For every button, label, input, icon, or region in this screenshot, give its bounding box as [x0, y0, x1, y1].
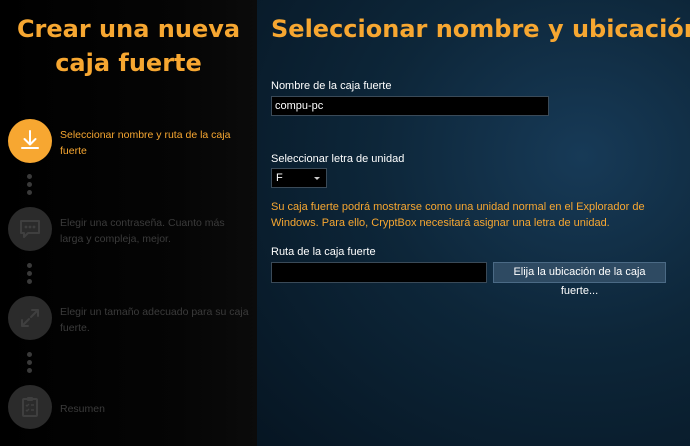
chat-bubble-icon [8, 207, 52, 251]
vault-path-label: Ruta de la caja fuerte [271, 246, 376, 258]
step-summary: Resumen [8, 385, 253, 431]
wizard-sidebar: Crear una nueva caja fuerte Seleccionar … [0, 0, 257, 446]
vault-name-label: Nombre de la caja fuerte [271, 80, 392, 92]
step-label: Elegir una contraseña. Cuanto más larga … [60, 217, 225, 245]
step-label: Elegir un tamaño adecuado para su caja f… [60, 306, 249, 334]
sidebar-title: Crear una nueva caja fuerte [0, 12, 257, 80]
chevron-down-icon [314, 177, 320, 180]
sidebar-title-line1: Crear una nueva [16, 15, 241, 43]
wizard-main-panel: Seleccionar nombre y ubicación Nombre de… [257, 0, 690, 446]
drive-letter-info: Su caja fuerte podrá mostrarse como una … [271, 201, 645, 229]
drive-letter-value: F [276, 172, 283, 184]
drive-letter-select[interactable]: F [271, 168, 327, 188]
resize-arrows-icon [8, 296, 52, 340]
browse-location-button[interactable]: Elija la ubicación de la caja fuerte... [493, 262, 666, 297]
step-connector [27, 263, 33, 287]
step-label: Resumen [60, 403, 105, 415]
step-label: Seleccionar nombre y ruta de la caja fue… [60, 129, 231, 157]
step-select-name-path: Seleccionar nombre y ruta de la caja fue… [8, 119, 253, 165]
page-title: Seleccionar nombre y ubicación [271, 15, 690, 43]
vault-name-input[interactable] [271, 96, 549, 116]
sidebar-title-line2: caja fuerte [55, 49, 202, 77]
vault-path-input[interactable] [271, 262, 487, 283]
drive-letter-label: Seleccionar letra de unidad [271, 153, 405, 165]
clipboard-checklist-icon [8, 385, 52, 429]
step-password: Elegir una contraseña. Cuanto más larga … [8, 207, 253, 253]
step-size: Elegir un tamaño adecuado para su caja f… [8, 296, 253, 342]
step-connector [27, 352, 33, 376]
step-connector [27, 174, 33, 198]
download-icon [8, 119, 52, 163]
